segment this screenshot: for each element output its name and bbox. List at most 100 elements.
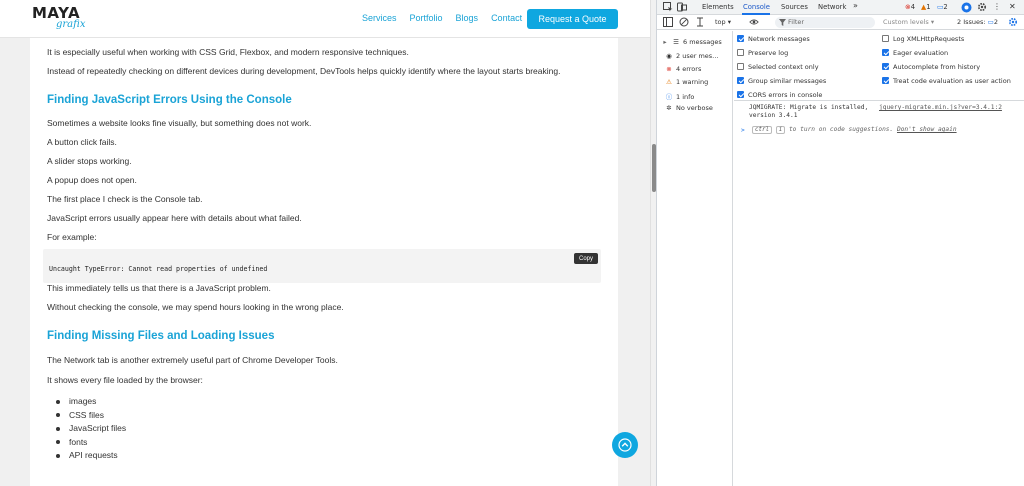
paragraph: JavaScript errors usually appear here wi… [47, 213, 302, 223]
checkbox[interactable] [737, 77, 744, 84]
website-viewport: MAYA grafix Services Portfolio Blogs Con… [0, 0, 650, 486]
setting-treat-as-user-action[interactable]: Treat code evaluation as user action [882, 77, 1011, 85]
copy-button[interactable]: Copy [574, 253, 598, 264]
setting-autocomplete-history[interactable]: Autocomplete from history [882, 63, 980, 71]
setting-group-similar[interactable]: Group similar messages [737, 77, 826, 85]
close-devtools-icon[interactable]: ✕ [1009, 2, 1016, 11]
more-tabs-icon[interactable]: » [853, 1, 858, 10]
source-link-text: jquery-migrate.min.js?ver=3.4.1:2 [879, 104, 1002, 111]
code-block: Uncaught TypeError: Cannot read properti… [43, 249, 601, 283]
sidebar-item-label: 1 warning [676, 78, 709, 86]
issues-button[interactable]: 2 Issues: ▭2 [957, 18, 998, 26]
scroll-to-top-button[interactable] [612, 432, 638, 458]
setting-cors-errors[interactable]: CORS errors in console [737, 91, 822, 99]
console-message-cont: version 3.4.1 [749, 112, 798, 119]
setting-preserve-log[interactable]: Preserve log [737, 49, 788, 57]
paragraph: Without checking the console, we may spe… [47, 302, 344, 312]
user-icon: ◉ [666, 52, 672, 60]
nav-portfolio[interactable]: Portfolio [410, 13, 443, 23]
checkbox[interactable] [737, 49, 744, 56]
tab-console[interactable]: Console [743, 3, 770, 11]
sidebar-item-info[interactable]: ⓘ 1 info [665, 91, 695, 101]
checkbox[interactable] [882, 77, 889, 84]
checkbox[interactable] [737, 91, 744, 98]
more-options-icon[interactable]: ⋮ [993, 2, 1001, 11]
sidebar-item-user-messages[interactable]: ◉ 2 user mes… [665, 52, 719, 60]
console-settings-pane: Network messages Preserve log Selected c… [734, 31, 1024, 101]
tab-sources[interactable]: Sources [781, 3, 808, 11]
log-levels-dropdown[interactable]: Custom levels ▾ [883, 18, 934, 26]
checkbox[interactable] [882, 35, 889, 42]
screen: MAYA grafix Services Portfolio Blogs Con… [0, 0, 1024, 486]
setting-label: Preserve log [748, 49, 789, 57]
context-selector[interactable]: top ▾ [715, 18, 731, 26]
warning-icon: ⚠ [666, 78, 672, 86]
setting-selected-context[interactable]: Selected context only [737, 63, 819, 71]
setting-eager-evaluation[interactable]: Eager evaluation [882, 49, 948, 57]
sidebar-item-label: No verbose [676, 104, 713, 112]
site-header: MAYA grafix Services Portfolio Blogs Con… [0, 0, 650, 38]
nav-contact[interactable]: Contact [491, 13, 522, 23]
device-toolbar-icon[interactable] [677, 2, 687, 12]
issues-count: 2 [993, 18, 998, 26]
console-output: JQMIGRATE: Migrate is installed, jquery-… [734, 101, 1024, 486]
request-quote-button[interactable]: Request a Quote [527, 9, 618, 29]
nav-services[interactable]: Services [362, 13, 397, 23]
list-item: API requests [47, 450, 126, 464]
filter-icon [779, 19, 786, 26]
console-message: JQMIGRATE: Migrate is installed, [749, 104, 869, 111]
setting-log-xhr[interactable]: Log XMLHttpRequests [882, 35, 964, 43]
sidebar-toggle-icon[interactable] [663, 17, 673, 27]
list-icon: ☰ [673, 38, 679, 46]
warning-counter[interactable]: ▲1 [921, 3, 931, 11]
setting-network-messages[interactable]: Network messages [737, 35, 810, 43]
console-settings-gear-icon[interactable] [1008, 17, 1018, 27]
tab-network[interactable]: Network [818, 3, 846, 11]
bug-icon: ✲ [666, 104, 672, 112]
checkbox[interactable] [737, 63, 744, 70]
paragraph: This immediately tells us that there is … [47, 283, 271, 293]
nav-blogs[interactable]: Blogs [456, 13, 479, 23]
error-count: 4 [910, 3, 916, 11]
checkbox[interactable] [737, 35, 744, 42]
site-logo[interactable]: MAYA grafix [32, 4, 102, 32]
sidebar-item-messages[interactable]: ▸ ☰ 6 messages [661, 38, 722, 46]
devtools-panel: Elements Console Sources Network » ⊗4 ▲1… [656, 0, 1024, 486]
message-counter[interactable]: ▭2 [937, 3, 948, 11]
live-expression-eye-icon[interactable] [749, 17, 759, 27]
main-nav: Services Portfolio Blogs Contact [362, 13, 522, 23]
checkbox[interactable] [882, 49, 889, 56]
sidebar-item-verbose[interactable]: ✲ No verbose [665, 104, 713, 112]
list-item: images [47, 396, 126, 410]
console-filter-input[interactable]: Filter [775, 17, 875, 28]
console-prompt-chevron-icon: > [741, 127, 745, 134]
setting-label: Autocomplete from history [893, 63, 981, 71]
setting-label: Selected context only [748, 63, 819, 71]
issues-label: 2 Issues: [957, 18, 986, 26]
list-item: JavaScript files [47, 423, 126, 437]
sidebar-item-warnings[interactable]: ⚠ 1 warning [665, 78, 708, 86]
list-item: fonts [47, 437, 126, 451]
error-counter[interactable]: ⊗4 [905, 3, 915, 11]
hint-text: to turn on code suggestions. [788, 126, 894, 133]
paragraph: A button click fails. [47, 137, 117, 147]
article-content: It is especially useful when working wit… [30, 38, 618, 486]
dont-show-again-link[interactable]: Don't show again [897, 126, 957, 133]
chevron-up-circle-icon [618, 438, 632, 452]
checkbox[interactable] [882, 63, 889, 70]
warning-count: 1 [926, 3, 931, 11]
tab-elements[interactable]: Elements [702, 3, 734, 11]
file-type-list: images CSS files JavaScript files fonts … [47, 396, 126, 464]
filter-pin-icon[interactable] [695, 17, 705, 27]
clear-console-icon[interactable] [679, 17, 689, 27]
console-source-link[interactable]: jquery-migrate.min.js?ver=3.4.1:2 [879, 104, 1002, 111]
settings-gear-icon[interactable] [977, 2, 987, 12]
copilot-icon[interactable] [961, 2, 972, 13]
paragraph: For example: [47, 232, 97, 242]
paragraph: It is especially useful when working wit… [47, 47, 409, 57]
inspect-element-icon[interactable] [663, 2, 673, 12]
sidebar-item-errors[interactable]: ⊗ 4 errors [665, 65, 701, 73]
console-prompt-hint[interactable]: ctrl i to turn on code suggestions. Don'… [752, 126, 957, 134]
sidebar-item-label: 6 messages [683, 38, 722, 46]
logo-subword: grafix [56, 19, 86, 30]
